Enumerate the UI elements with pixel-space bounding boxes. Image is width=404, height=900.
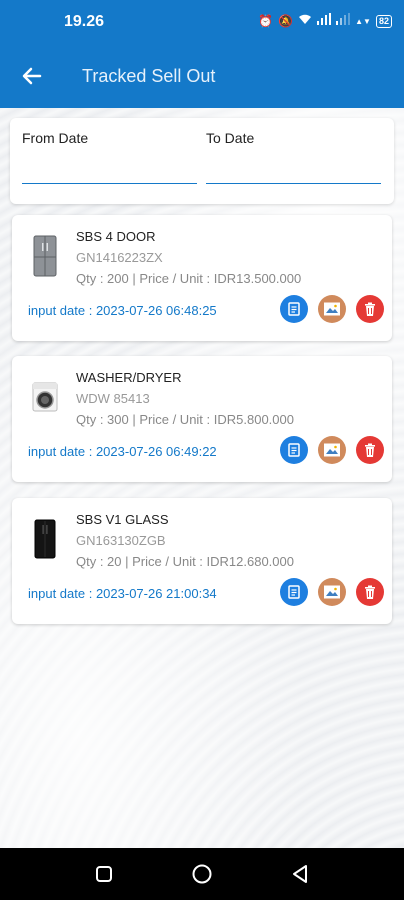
sell-out-item-card: SBS V1 GLASS GN163130ZGB Qty : 20 | Pric… bbox=[12, 498, 392, 624]
recents-icon[interactable] bbox=[92, 862, 116, 886]
item-input-date: input date : 2023-07-26 21:00:34 bbox=[28, 586, 217, 601]
to-date-input[interactable] bbox=[206, 164, 381, 184]
image-icon bbox=[324, 585, 340, 599]
image-icon bbox=[324, 302, 340, 316]
from-date-field: From Date bbox=[22, 130, 197, 184]
item-actions bbox=[280, 295, 384, 323]
item-name: SBS 4 DOOR bbox=[76, 229, 156, 244]
signal-icon-2 bbox=[336, 13, 351, 29]
item-code: WDW 85413 bbox=[76, 391, 150, 406]
trash-icon bbox=[365, 302, 375, 316]
image-button[interactable] bbox=[318, 578, 346, 606]
from-date-input[interactable] bbox=[22, 164, 197, 184]
image-icon bbox=[324, 443, 340, 457]
document-icon bbox=[288, 443, 300, 457]
item-name: WASHER/DRYER bbox=[76, 370, 182, 385]
battery-icon: 82 bbox=[375, 14, 392, 28]
document-icon bbox=[288, 302, 300, 316]
back-arrow-icon[interactable] bbox=[18, 62, 46, 90]
delete-button[interactable] bbox=[356, 295, 384, 323]
page-title: Tracked Sell Out bbox=[82, 66, 216, 86]
wifi-icon bbox=[298, 13, 312, 29]
document-button[interactable] bbox=[280, 578, 308, 606]
fridge-glass-icon bbox=[28, 516, 62, 562]
washer-icon bbox=[28, 374, 62, 420]
signal-icon bbox=[317, 13, 332, 29]
document-button[interactable] bbox=[280, 295, 308, 323]
from-date-label: From Date bbox=[22, 130, 89, 146]
to-date-label: To Date bbox=[206, 130, 255, 146]
status-icons: ⏰ 🔕 ▲▼ 82 bbox=[258, 13, 392, 29]
item-qty-price: Qty : 20 | Price / Unit : IDR12.680.000 bbox=[76, 554, 294, 569]
sell-out-item-card: SBS 4 DOOR GN1416223ZX Qty : 200 | Price… bbox=[12, 215, 392, 341]
item-input-date: input date : 2023-07-26 06:48:25 bbox=[28, 303, 217, 318]
status-time: 19.26 bbox=[64, 13, 105, 30]
document-button[interactable] bbox=[280, 436, 308, 464]
mute-icon: 🔕 bbox=[278, 14, 294, 28]
item-input-date: input date : 2023-07-26 06:49:22 bbox=[28, 444, 217, 459]
date-filter-card: From Date To Date bbox=[10, 118, 394, 204]
trash-icon bbox=[365, 585, 375, 599]
status-bar: 19.26 ⏰ 🔕 ▲▼ 82 bbox=[0, 0, 404, 44]
delete-button[interactable] bbox=[356, 436, 384, 464]
item-name: SBS V1 GLASS bbox=[76, 512, 169, 527]
item-code: GN1416223ZX bbox=[76, 250, 163, 265]
system-nav-bar bbox=[0, 848, 404, 900]
item-code: GN163130ZGB bbox=[76, 533, 166, 548]
image-button[interactable] bbox=[318, 436, 346, 464]
item-qty-price: Qty : 300 | Price / Unit : IDR5.800.000 bbox=[76, 412, 294, 427]
to-date-field: To Date bbox=[206, 130, 381, 184]
item-actions bbox=[280, 578, 384, 606]
trash-icon bbox=[365, 443, 375, 457]
item-qty-price: Qty : 200 | Price / Unit : IDR13.500.000 bbox=[76, 271, 302, 286]
home-icon[interactable] bbox=[190, 862, 214, 886]
delete-button[interactable] bbox=[356, 578, 384, 606]
back-nav-icon[interactable] bbox=[288, 862, 312, 886]
document-icon bbox=[288, 585, 300, 599]
sell-out-item-card: WASHER/DRYER WDW 85413 Qty : 300 | Price… bbox=[12, 356, 392, 482]
item-actions bbox=[280, 436, 384, 464]
data-speed-icon: ▲▼ bbox=[355, 16, 371, 26]
app-bar: Tracked Sell Out bbox=[0, 44, 404, 108]
alarm-icon: ⏰ bbox=[258, 14, 274, 28]
fridge-4door-icon bbox=[28, 233, 62, 279]
image-button[interactable] bbox=[318, 295, 346, 323]
